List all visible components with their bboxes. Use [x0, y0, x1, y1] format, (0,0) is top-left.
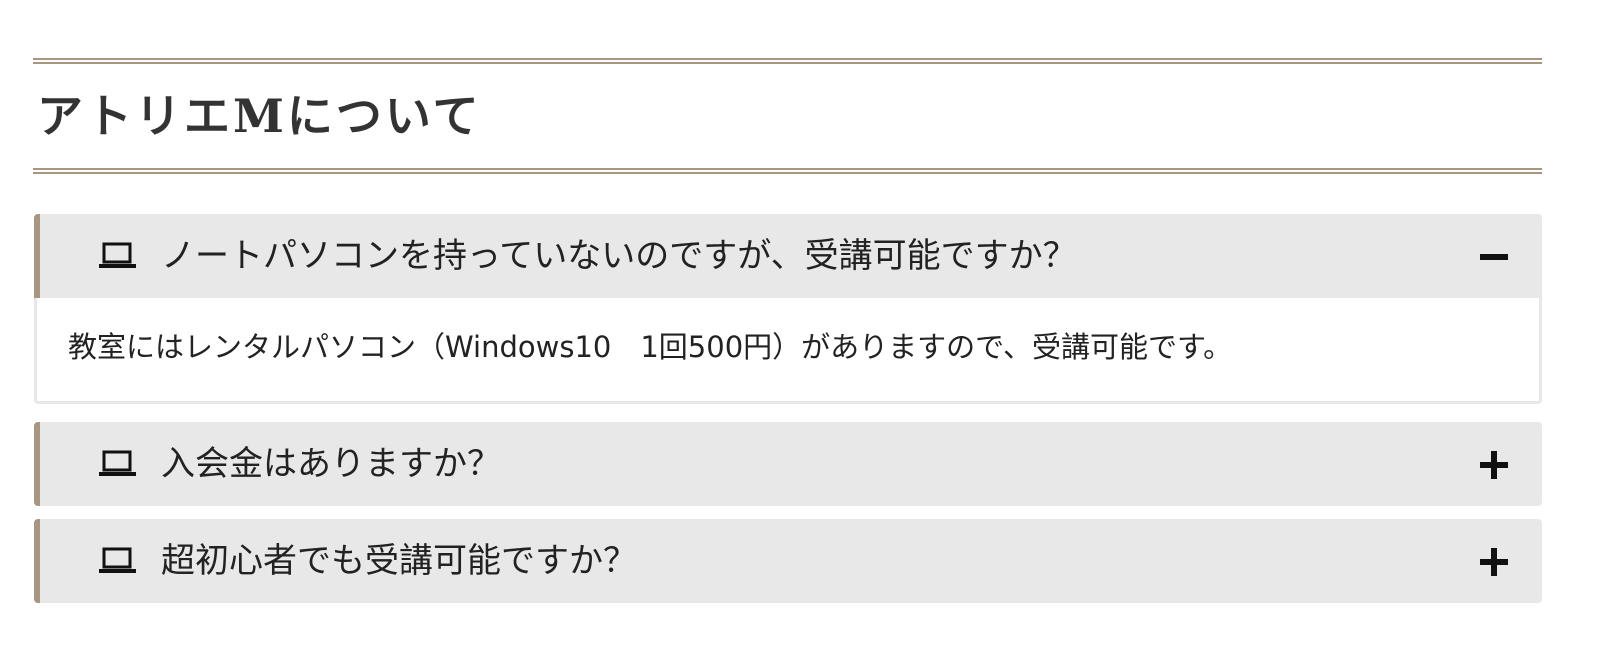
faq-item: ノートパソコンを持っていないのですが、受講可能ですか？ 教室にはレンタルパソコン…	[34, 214, 1542, 404]
plus-icon[interactable]	[1480, 548, 1508, 576]
faq-question-text: 入会金はありますか？	[161, 444, 501, 484]
section-title: アトリエMについて	[37, 89, 482, 143]
laptop-icon	[98, 449, 138, 479]
section-title-block: アトリエMについて	[33, 58, 1542, 176]
faq-item: 入会金はありますか？	[34, 422, 1542, 506]
laptop-icon	[98, 546, 138, 576]
faq-question-toggle[interactable]: ノートパソコンを持っていないのですが、受講可能ですか？	[34, 214, 1542, 298]
minus-icon[interactable]	[1480, 243, 1508, 271]
faq-answer-panel: 教室にはレンタルパソコン（Windows10 1回500円）がありますので、受講…	[34, 298, 1542, 404]
plus-icon[interactable]	[1480, 451, 1508, 479]
faq-question-text: ノートパソコンを持っていないのですが、受講可能ですか？	[161, 236, 1077, 276]
about-section: アトリエMについて ノートパソコンを持っていないのですが、受講可能ですか？ 教室…	[33, 58, 1542, 603]
faq-question-text: 超初心者でも受講可能ですか？	[161, 541, 637, 581]
faq-item: 超初心者でも受講可能ですか？	[34, 519, 1542, 603]
laptop-icon	[98, 241, 138, 271]
faq-question-toggle[interactable]: 超初心者でも受講可能ですか？	[34, 519, 1542, 603]
faq-answer-text: 教室にはレンタルパソコン（Windows10 1回500円）がありますので、受講…	[68, 330, 1233, 364]
faq-question-toggle[interactable]: 入会金はありますか？	[34, 422, 1542, 506]
title-bottom-divider	[33, 168, 1542, 174]
title-top-divider	[33, 58, 1542, 64]
